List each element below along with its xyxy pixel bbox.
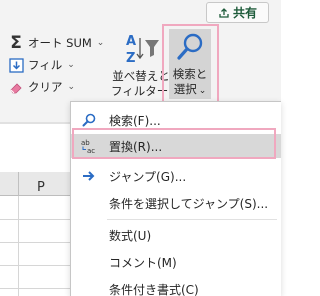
chevron-down-icon: ⌄ [198,86,207,96]
find-select-label-line2: 選択 [173,82,197,96]
menu-item-comments[interactable]: コメント(M) [71,250,281,274]
sigma-icon: Σ [10,33,22,53]
eraser-icon [8,79,24,95]
chevron-down-icon: ⌄ [96,38,105,48]
grid-line [0,242,72,243]
menu-separator [107,219,277,220]
share-label: 共有 [232,6,257,20]
replace-icon: ab ac [81,138,97,154]
svg-text:Z: Z [126,51,135,66]
menu-item-replace[interactable]: ab ac 置換(R)... [71,134,281,158]
column-divider [18,172,19,196]
menu-item-formulas[interactable]: 数式(U) [71,223,281,247]
chevron-down-icon: ⌄ [67,60,75,70]
grid-line [0,288,72,289]
clear-label: クリア [28,80,63,94]
grid-line [18,196,19,296]
menu-item-label: ジャンプ(G)... [109,169,187,184]
fill-button[interactable]: フィル ⌄ [8,55,75,75]
menu-item-label: コメント(M) [109,255,177,270]
svg-text:A: A [126,34,136,49]
menu-item-label: 置換(R)... [109,139,163,154]
autosum-label: オート SUM [28,36,92,50]
menu-item-goto[interactable]: ジャンプ(G)... [71,164,281,188]
menu-item-find[interactable]: 検索(F)... [71,108,281,132]
arrow-right-icon [81,168,97,184]
search-icon [81,112,97,128]
sort-filter-label-line2: フィルター [111,84,169,98]
sort-filter-label-line1: 並べ替えと [112,69,170,83]
menu-item-label: 条件付き書式(C) [109,282,199,296]
find-select-menu: 検索(F)... ab ac 置換(R)... ジャンプ(G)... 条件を選択… [70,101,281,296]
clear-button[interactable]: クリア ⌄ [8,77,75,97]
autosum-button[interactable]: Σ オート SUM ⌄ [8,33,104,53]
menu-item-goto-special[interactable]: 条件を選択してジャンプ(S)... [71,191,281,215]
fill-label: フィル [28,58,63,72]
sort-filter-button[interactable]: A Z 並べ替えと フィルター⌄ [111,32,178,98]
chevron-down-icon: ⌄ [67,82,76,92]
share-button[interactable]: 共有 [206,2,269,23]
grid-line [0,265,72,266]
svg-text:ab: ab [81,139,90,147]
menu-item-conditional-formatting[interactable]: 条件付き書式(C) [71,277,281,296]
menu-item-label: 検索(F)... [109,113,161,128]
fill-down-icon [8,57,24,73]
find-select-label-line1: 検索と [172,67,208,81]
magnifier-icon [177,33,203,60]
column-header-p[interactable]: P [37,180,45,195]
sort-filter-icon: A Z [126,34,159,66]
menu-item-label: 条件を選択してジャンプ(S)... [109,196,269,211]
grid-line [0,219,72,220]
share-icon [219,7,229,18]
menu-item-label: 数式(U) [109,228,152,243]
svg-text:ac: ac [87,147,95,154]
find-select-button[interactable]: 検索と 選択 ⌄ [169,29,211,99]
